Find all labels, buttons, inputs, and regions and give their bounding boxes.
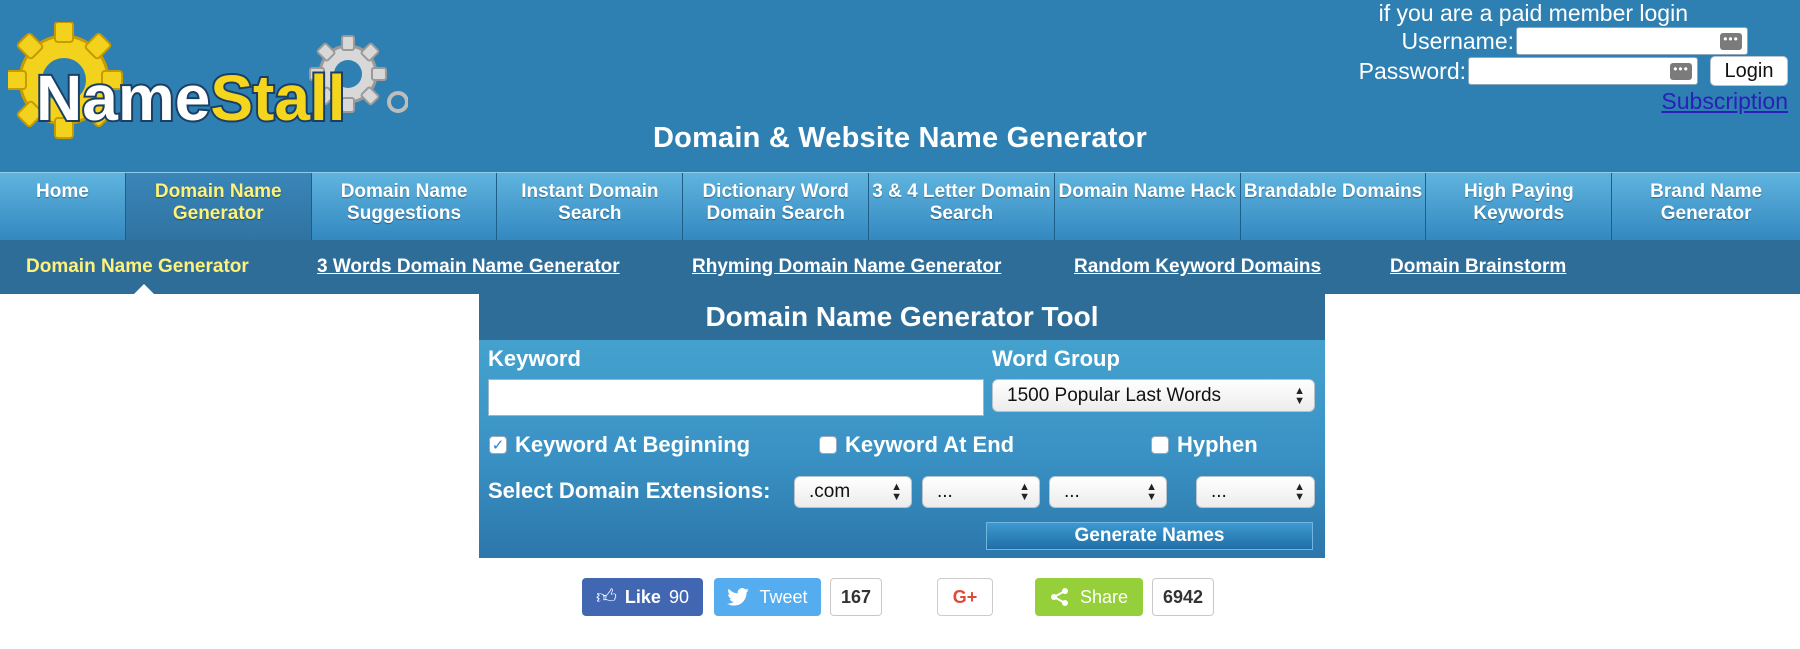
hyphen-label: Hyphen <box>1177 432 1258 457</box>
nav-brand-name-generator[interactable]: Brand Name Generator <box>1612 173 1800 241</box>
nav-dictionary-word-domain-search[interactable]: Dictionary Word Domain Search <box>683 173 870 241</box>
password-row: Password: ••• Login <box>1359 56 1788 86</box>
social-share-bar: 👍︎ Like 90 Tweet 167 G+ Share 6942 <box>0 578 1800 618</box>
thumbs-up-icon: 👍︎ <box>596 586 617 608</box>
select-arrows-icon: ▲ ▼ <box>1146 481 1157 503</box>
checkbox-box <box>1151 436 1169 454</box>
google-plus-button[interactable]: G+ <box>937 578 993 616</box>
sub-nav: Domain Name Generator 3 Words Domain Nam… <box>0 240 1800 294</box>
subnav-random-keyword-domains[interactable]: Random Keyword Domains <box>1074 256 1321 278</box>
subnav-3-words-generator[interactable]: 3 Words Domain Name Generator <box>317 256 620 278</box>
hyphen-checkbox[interactable]: Hyphen <box>1151 432 1258 458</box>
nav-instant-domain-search[interactable]: Instant Domain Search <box>497 173 684 241</box>
generate-names-button[interactable]: Generate Names <box>986 522 1313 550</box>
keyword-input[interactable] <box>488 379 984 416</box>
word-group-select[interactable]: 1500 Popular Last Words ▲ ▼ <box>992 379 1315 412</box>
like-count: 90 <box>668 586 689 607</box>
login-button[interactable]: Login <box>1710 56 1788 86</box>
generator-tool-panel: Domain Name Generator Tool Keyword Word … <box>479 294 1325 558</box>
checkbox-box <box>819 436 837 454</box>
nav-brandable-domains[interactable]: Brandable Domains <box>1241 173 1427 241</box>
active-caret-icon <box>134 284 154 294</box>
share-label: Share <box>1079 586 1129 607</box>
extension-2-value: ... <box>937 481 953 502</box>
subnav-domain-name-generator[interactable]: Domain Name Generator <box>26 256 249 278</box>
select-arrows-icon: ▲ ▼ <box>891 481 902 503</box>
username-row: Username: ••• <box>1402 26 1748 56</box>
word-group-label: Word Group <box>992 346 1120 371</box>
keyword-at-beginning-label: Keyword At Beginning <box>515 432 751 457</box>
nav-home[interactable]: Home <box>0 173 126 241</box>
main-nav: Home Domain Name Generator Domain Name S… <box>0 172 1800 241</box>
extension-select-3[interactable]: ... ▲ ▼ <box>1049 476 1167 508</box>
password-input[interactable]: ••• <box>1468 57 1698 85</box>
twitter-bird-icon <box>727 588 750 606</box>
extension-3-value: ... <box>1064 481 1080 502</box>
subnav-domain-brainstorm[interactable]: Domain Brainstorm <box>1390 256 1566 278</box>
keyword-at-end-checkbox[interactable]: Keyword At End <box>819 432 1014 458</box>
extension-1-value: .com <box>809 481 851 502</box>
username-input[interactable]: ••• <box>1516 27 1748 55</box>
subnav-rhyming-generator[interactable]: Rhyming Domain Name Generator <box>692 256 1001 278</box>
extension-select-2[interactable]: ... ▲ ▼ <box>922 476 1040 508</box>
select-arrows-icon: ▲ ▼ <box>1294 481 1305 503</box>
facebook-like-button[interactable]: 👍︎ Like 90 <box>582 578 703 616</box>
share-button[interactable]: Share <box>1035 578 1143 616</box>
password-manager-icon[interactable]: ••• <box>1670 63 1692 80</box>
keyword-label: Keyword <box>488 346 581 371</box>
extension-select-4[interactable]: ... ▲ ▼ <box>1196 476 1315 508</box>
share-icon <box>1050 588 1068 606</box>
checkmark-icon: ✓ <box>489 436 507 454</box>
nav-high-paying-keywords[interactable]: High Paying Keywords <box>1426 173 1613 241</box>
google-plus-icon: G+ <box>952 586 978 607</box>
nav-domain-name-suggestions[interactable]: Domain Name Suggestions <box>312 173 498 241</box>
select-arrows-icon: ▲ ▼ <box>1019 481 1030 503</box>
password-manager-icon[interactable]: ••• <box>1720 33 1742 50</box>
login-note: if you are a paid member login <box>1378 0 1688 26</box>
site-header: NameStall Domain & Website Name Generato… <box>0 0 1800 172</box>
nav-domain-name-hack[interactable]: Domain Name Hack <box>1055 173 1241 241</box>
extension-4-value: ... <box>1211 481 1227 502</box>
tweet-label: Tweet <box>759 586 808 607</box>
page-title: Domain & Website Name Generator <box>653 122 1147 154</box>
login-panel: if you are a paid member login Username:… <box>1308 0 1788 120</box>
password-label: Password: <box>1358 57 1466 84</box>
nav-3-4-letter-domain-search[interactable]: 3 & 4 Letter Domain Search <box>869 173 1055 241</box>
like-label: Like <box>624 586 661 607</box>
select-arrows-icon: ▲ ▼ <box>1294 384 1305 407</box>
nav-domain-name-generator[interactable]: Domain Name Generator <box>125 173 312 241</box>
keyword-at-beginning-checkbox[interactable]: ✓ Keyword At Beginning <box>489 432 750 458</box>
subscription-link[interactable]: Subscription <box>1661 88 1788 115</box>
username-label: Username: <box>1401 27 1514 54</box>
word-group-value: 1500 Popular Last Words <box>1007 384 1222 406</box>
keyword-at-end-label: Keyword At End <box>845 432 1015 457</box>
tweet-count: 167 <box>830 578 882 616</box>
extensions-label: Select Domain Extensions: <box>488 478 771 503</box>
share-count: 6942 <box>1152 578 1214 616</box>
tweet-button[interactable]: Tweet <box>714 578 821 616</box>
extension-select-1[interactable]: .com ▲ ▼ <box>794 476 912 508</box>
tool-title: Domain Name Generator Tool <box>479 294 1325 340</box>
